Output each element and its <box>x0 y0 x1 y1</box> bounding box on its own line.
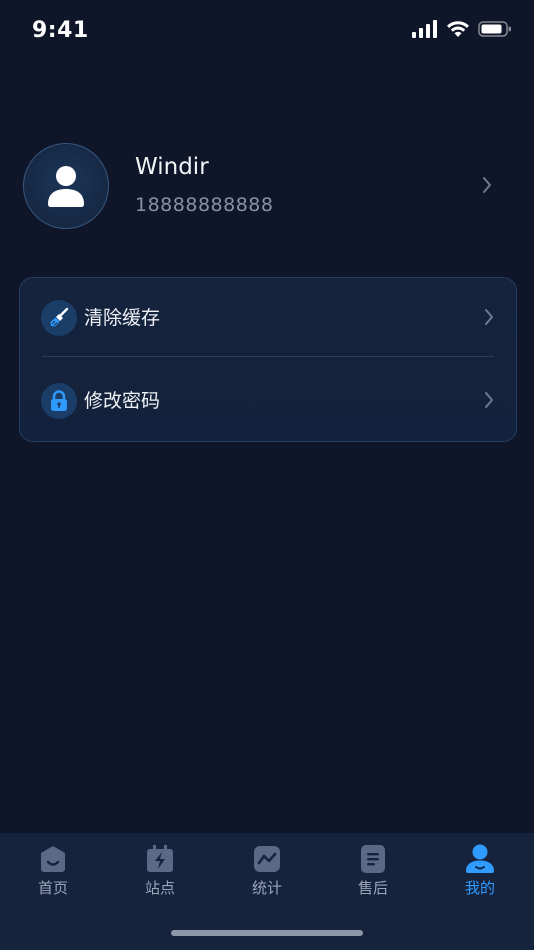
tab-home[interactable]: 首页 <box>13 843 93 898</box>
settings-menu-card: 清除缓存 修改密码 <box>19 277 517 442</box>
battery-icon <box>478 21 511 37</box>
menu-item-label: 清除缓存 <box>84 307 161 329</box>
tab-label: 首页 <box>37 879 68 897</box>
status-bar: 9:41 <box>0 0 534 64</box>
cellular-signal-icon <box>412 20 437 38</box>
tab-mine[interactable]: 我的 <box>440 843 520 898</box>
charging-station-icon <box>147 845 173 872</box>
tab-after-sales[interactable]: 售后 <box>333 843 413 898</box>
avatar[interactable] <box>23 143 109 229</box>
status-time: 9:41 <box>32 18 89 43</box>
profile-header[interactable]: Windir 18888888888 <box>0 140 534 234</box>
menu-item-clear-cache[interactable]: 清除缓存 <box>20 278 516 358</box>
chevron-right-icon <box>485 392 493 408</box>
divider <box>42 356 494 357</box>
broom-icon <box>41 300 77 336</box>
wifi-icon <box>447 21 469 37</box>
user-avatar-icon <box>48 166 84 207</box>
tab-label: 站点 <box>144 879 175 897</box>
menu-item-label: 修改密码 <box>84 390 161 412</box>
statistics-icon <box>254 846 280 872</box>
profile-name: Windir <box>135 154 209 180</box>
chevron-right-icon <box>483 177 491 193</box>
document-icon <box>361 845 385 873</box>
menu-item-change-password[interactable]: 修改密码 <box>20 361 516 441</box>
lock-icon <box>41 383 77 419</box>
user-icon <box>466 844 494 873</box>
chevron-right-icon <box>485 309 493 325</box>
tab-statistics[interactable]: 统计 <box>227 843 307 898</box>
tab-label: 统计 <box>251 879 282 897</box>
home-icon <box>41 846 65 872</box>
status-icons <box>412 20 512 38</box>
tab-stations[interactable]: 站点 <box>120 843 200 898</box>
tab-label: 我的 <box>464 879 495 897</box>
tab-label: 售后 <box>357 879 388 897</box>
profile-phone: 18888888888 <box>135 194 274 216</box>
home-indicator[interactable] <box>171 930 363 936</box>
